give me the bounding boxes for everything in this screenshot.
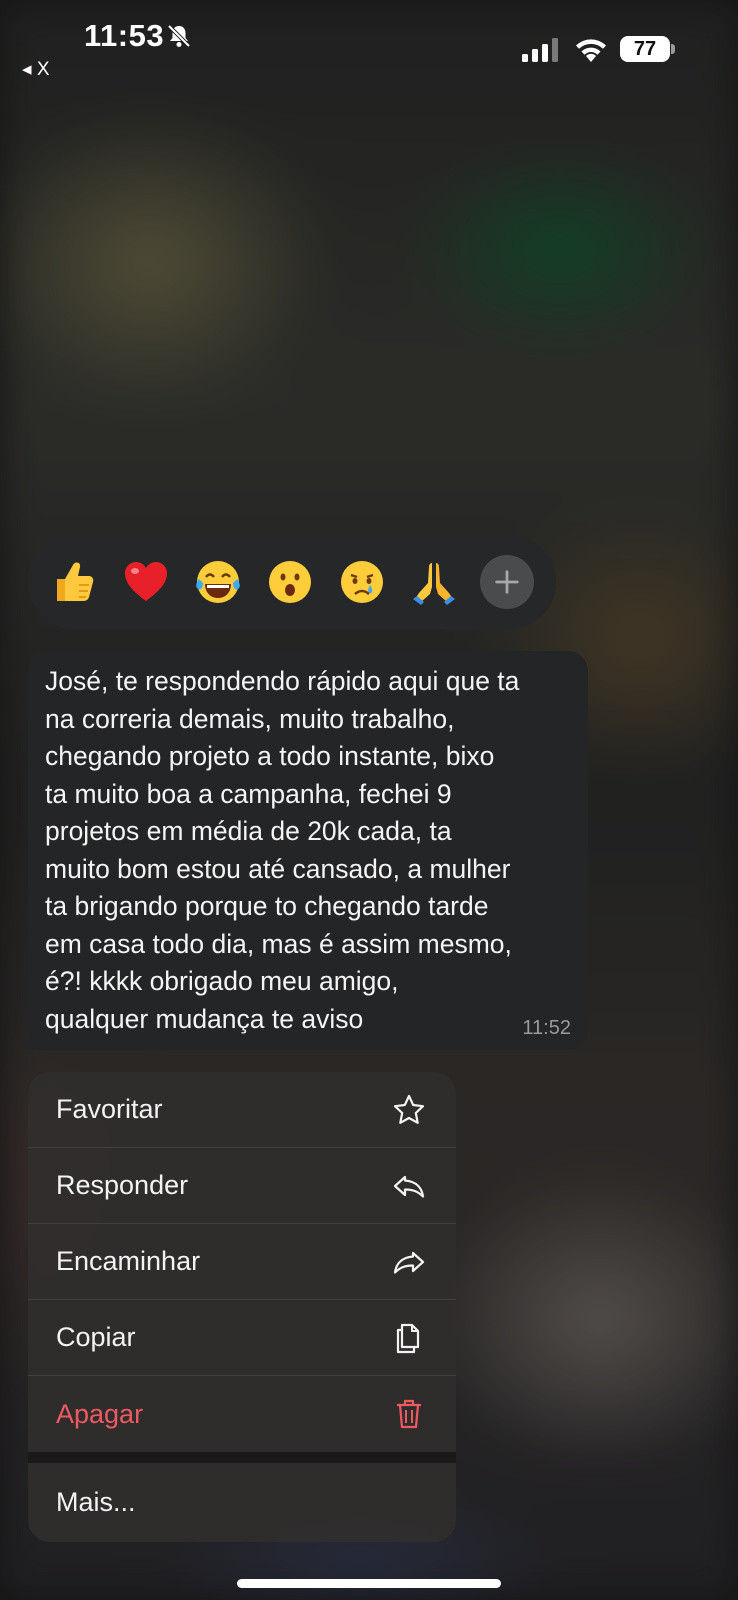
context-menu: Favoritar Responder Encaminhar Copiar Ap… [28,1072,456,1542]
menu-item-favoritar[interactable]: Favoritar [28,1072,456,1148]
muted-bell-icon [167,24,191,48]
red-heart-emoji[interactable] [120,556,172,608]
copy-icon [396,1323,420,1353]
menu-item-label: Copiar [56,1322,136,1352]
message-text: José, te respondendo rápido aqui que ta … [45,666,520,1034]
menu-item-label: Apagar [56,1398,144,1429]
reaction-bar [28,535,556,629]
home-indicator[interactable] [237,1579,501,1588]
thumbs-up-emoji[interactable] [48,556,100,608]
menu-item-label: Responder [56,1170,189,1200]
praying-hands-emoji[interactable] [408,556,460,608]
battery-cap [671,44,675,54]
crying-emoji[interactable] [336,556,388,608]
menu-item-encaminhar[interactable]: Encaminhar [28,1224,456,1300]
message-bubble[interactable]: José, te respondendo rápido aqui que ta … [28,651,588,1050]
add-reaction-icon[interactable] [480,555,534,609]
message-timestamp: 11:52 [522,1017,571,1039]
wifi-icon [576,39,606,62]
menu-item-label: Favoritar [56,1094,163,1124]
menu-item-responder[interactable]: Responder [28,1148,456,1224]
menu-item-apagar[interactable]: Apagar [28,1376,456,1452]
star-icon [393,1094,425,1124]
cellular-signal-icon [522,38,558,62]
battery-indicator: 77 [620,36,670,62]
tears-of-joy-emoji[interactable] [192,556,244,608]
menu-item-label: Mais... [56,1486,136,1517]
surprised-emoji[interactable] [264,556,316,608]
menu-separator [28,1452,456,1463]
status-time: 11:53 [84,18,165,53]
forward-icon [393,1251,425,1274]
trash-icon [397,1399,421,1429]
menu-item-label: Encaminhar [56,1246,201,1276]
menu-item-copiar[interactable]: Copiar [28,1300,456,1376]
reply-icon [393,1175,425,1198]
back-to-app-link[interactable]: ◂ X [22,58,50,81]
menu-item-mais[interactable]: Mais... [28,1463,456,1541]
screen: 11:53 ◂ X 77 José, te respondendo rápido… [0,0,738,1600]
